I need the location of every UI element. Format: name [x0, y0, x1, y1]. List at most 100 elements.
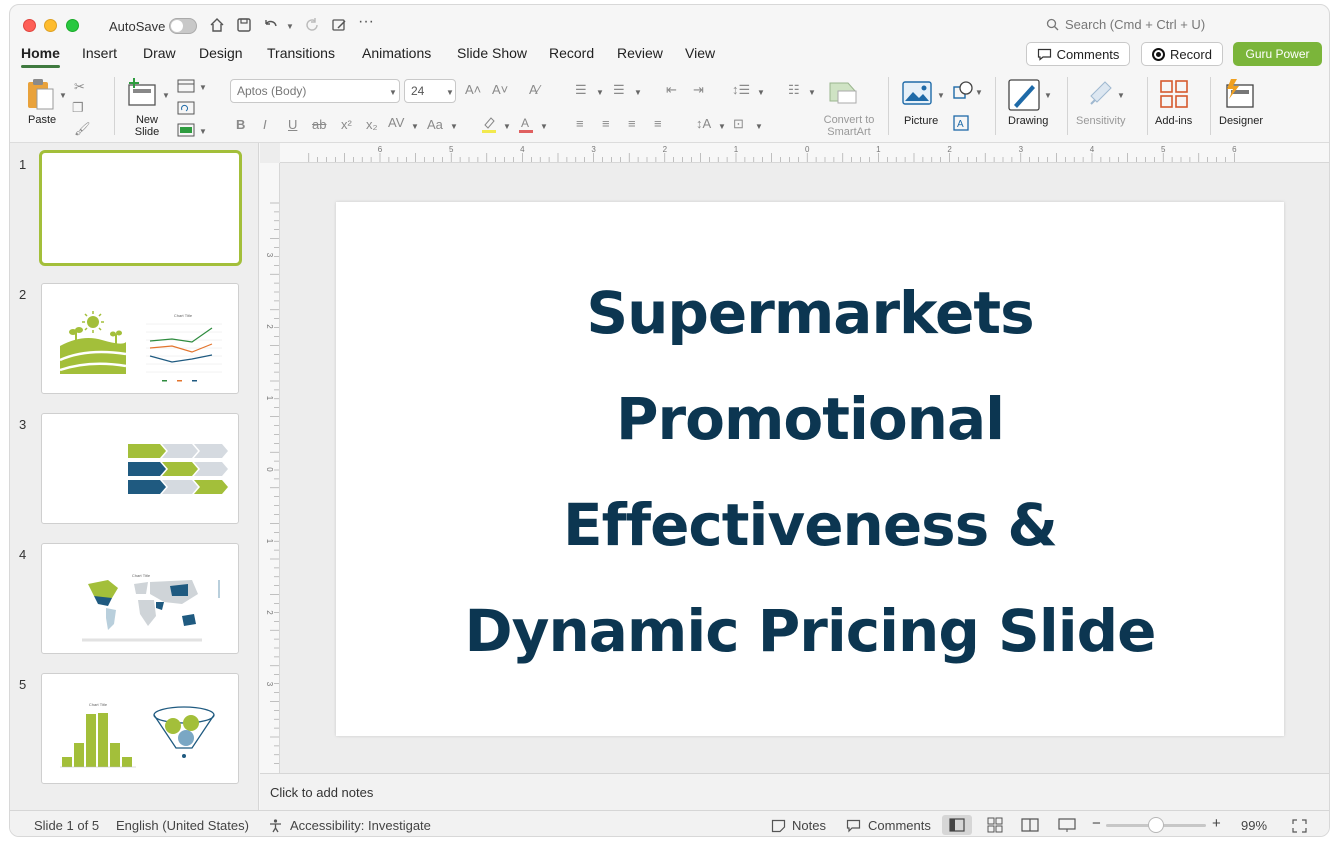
change-case-icon[interactable]: Aa	[427, 117, 443, 132]
home-icon[interactable]	[208, 16, 226, 34]
zoom-window-button[interactable]	[66, 19, 79, 32]
text-box-icon[interactable]: A	[953, 115, 969, 131]
line-spacing-icon[interactable]: ↕☰	[732, 82, 750, 98]
copy-icon[interactable]: ❐	[72, 100, 84, 116]
decrease-font-size-icon[interactable]: A˅	[492, 82, 508, 97]
change-case-dropdown-icon[interactable]: ▼	[450, 122, 458, 131]
notes-icon[interactable]	[771, 819, 786, 833]
sensitivity-icon[interactable]	[1087, 78, 1115, 108]
font-color-dropdown-icon[interactable]: ▼	[540, 122, 548, 131]
reset-slide-icon[interactable]	[177, 101, 195, 115]
text-direction-dropdown-icon[interactable]: ▼	[718, 122, 726, 131]
quick-style-icon[interactable]	[330, 16, 348, 34]
guru-power-button[interactable]: Guru Power	[1233, 42, 1322, 66]
shapes-dropdown-icon[interactable]: ▼	[975, 88, 983, 97]
slideshow-view-button[interactable]	[1052, 815, 1082, 835]
layout-dropdown-icon[interactable]: ▼	[199, 83, 207, 92]
section-icon[interactable]	[177, 123, 195, 137]
comments-button[interactable]: Comments	[1026, 42, 1130, 66]
tab-animations[interactable]: Animations	[362, 45, 431, 61]
reading-view-button[interactable]	[1015, 815, 1045, 835]
zoom-slider-handle[interactable]	[1148, 817, 1164, 833]
slide-thumbnail-2[interactable]: Chart Title	[41, 283, 239, 394]
tab-view[interactable]: View	[685, 45, 715, 61]
close-window-button[interactable]	[23, 19, 36, 32]
bold-icon[interactable]: B	[236, 117, 245, 132]
comments-toggle[interactable]: Comments	[868, 818, 931, 833]
zoom-out-button[interactable]: −	[1092, 815, 1101, 832]
font-size-dropdown-icon[interactable]: ▼	[446, 88, 454, 97]
more-options-icon[interactable]: ···	[358, 13, 376, 31]
columns-dropdown-icon[interactable]: ▼	[808, 88, 816, 97]
notes-pane[interactable]: Click to add notes	[260, 773, 1329, 810]
paste-dropdown-icon[interactable]: ▼	[59, 91, 67, 100]
format-painter-icon[interactable]: 🖌	[74, 121, 91, 137]
align-center-icon[interactable]: ≡	[602, 116, 610, 131]
bullets-icon[interactable]: ☰	[575, 82, 587, 98]
align-text-icon[interactable]: ⊡	[733, 116, 744, 132]
autosave-toggle[interactable]	[169, 18, 197, 34]
accessibility-status[interactable]: Accessibility: Investigate	[290, 818, 431, 833]
new-slide-dropdown-icon[interactable]: ▼	[162, 91, 170, 100]
notes-toggle[interactable]: Notes	[792, 818, 826, 833]
zoom-level[interactable]: 99%	[1241, 818, 1267, 833]
align-right-icon[interactable]: ≡	[628, 116, 636, 131]
superscript-icon[interactable]: x²	[341, 117, 352, 132]
italic-icon[interactable]: I	[263, 117, 267, 132]
tab-draw[interactable]: Draw	[143, 45, 176, 61]
font-color-icon[interactable]: A	[517, 115, 535, 133]
record-button[interactable]: Record	[1141, 42, 1223, 66]
language-indicator[interactable]: English (United States)	[116, 818, 249, 833]
minimize-window-button[interactable]	[44, 19, 57, 32]
undo-icon[interactable]	[262, 16, 280, 34]
font-name-dropdown-icon[interactable]: ▼	[389, 88, 397, 97]
accessibility-icon[interactable]	[268, 818, 283, 833]
comments-status-icon[interactable]	[846, 819, 861, 833]
underline-icon[interactable]: U	[288, 117, 297, 132]
slide-title[interactable]: Supermarkets Promotional Effectiveness &…	[336, 260, 1284, 684]
slide-sorter-button[interactable]	[980, 815, 1010, 835]
drawing-dropdown-icon[interactable]: ▼	[1044, 91, 1052, 100]
paste-icon[interactable]	[25, 77, 57, 111]
justify-icon[interactable]: ≡	[654, 116, 662, 131]
highlight-dropdown-icon[interactable]: ▼	[503, 122, 511, 131]
normal-view-button[interactable]	[942, 815, 972, 835]
align-text-dropdown-icon[interactable]: ▼	[755, 122, 763, 131]
columns-icon[interactable]: ☷	[788, 82, 800, 98]
text-direction-icon[interactable]: ↕A	[696, 116, 711, 131]
tab-slide-show[interactable]: Slide Show	[457, 45, 527, 61]
highlight-icon[interactable]	[480, 115, 498, 133]
tab-transitions[interactable]: Transitions	[267, 45, 335, 61]
tab-record[interactable]: Record	[549, 45, 594, 61]
zoom-in-button[interactable]: +	[1212, 815, 1221, 832]
designer-icon[interactable]	[1223, 77, 1257, 109]
drawing-icon[interactable]	[1008, 79, 1040, 111]
character-spacing-icon[interactable]: AV	[388, 115, 404, 130]
tab-insert[interactable]: Insert	[82, 45, 117, 61]
align-left-icon[interactable]: ≡	[576, 116, 584, 131]
addins-icon[interactable]	[1159, 79, 1189, 109]
shapes-icon[interactable]	[953, 81, 973, 99]
undo-dropdown-icon[interactable]: ▼	[286, 22, 294, 31]
tab-review[interactable]: Review	[617, 45, 663, 61]
numbering-icon[interactable]: ☰	[613, 82, 625, 98]
redo-icon[interactable]	[303, 16, 321, 34]
font-name-field[interactable]: Aptos (Body)	[230, 79, 400, 103]
search-box[interactable]: Search (Cmd + Ctrl + U)	[1046, 17, 1205, 32]
slide-canvas[interactable]: Supermarkets Promotional Effectiveness &…	[336, 202, 1284, 736]
decrease-indent-icon[interactable]: ⇤	[666, 82, 677, 98]
new-slide-icon[interactable]	[127, 77, 159, 107]
tab-home[interactable]: Home	[21, 45, 60, 68]
numbering-dropdown-icon[interactable]: ▼	[634, 88, 642, 97]
increase-font-size-icon[interactable]: A˄	[465, 82, 481, 97]
increase-indent-icon[interactable]: ⇥	[693, 82, 704, 98]
slide-thumbnail-4[interactable]: Chart Title	[41, 543, 239, 654]
picture-icon[interactable]	[902, 81, 932, 105]
tab-design[interactable]: Design	[199, 45, 243, 61]
layout-icon[interactable]	[177, 79, 195, 93]
smartart-icon[interactable]	[828, 79, 860, 105]
clear-formatting-icon[interactable]: A⁄	[529, 82, 540, 97]
save-icon[interactable]	[235, 16, 253, 34]
picture-dropdown-icon[interactable]: ▼	[937, 91, 945, 100]
cut-icon[interactable]: ✂	[74, 79, 85, 95]
